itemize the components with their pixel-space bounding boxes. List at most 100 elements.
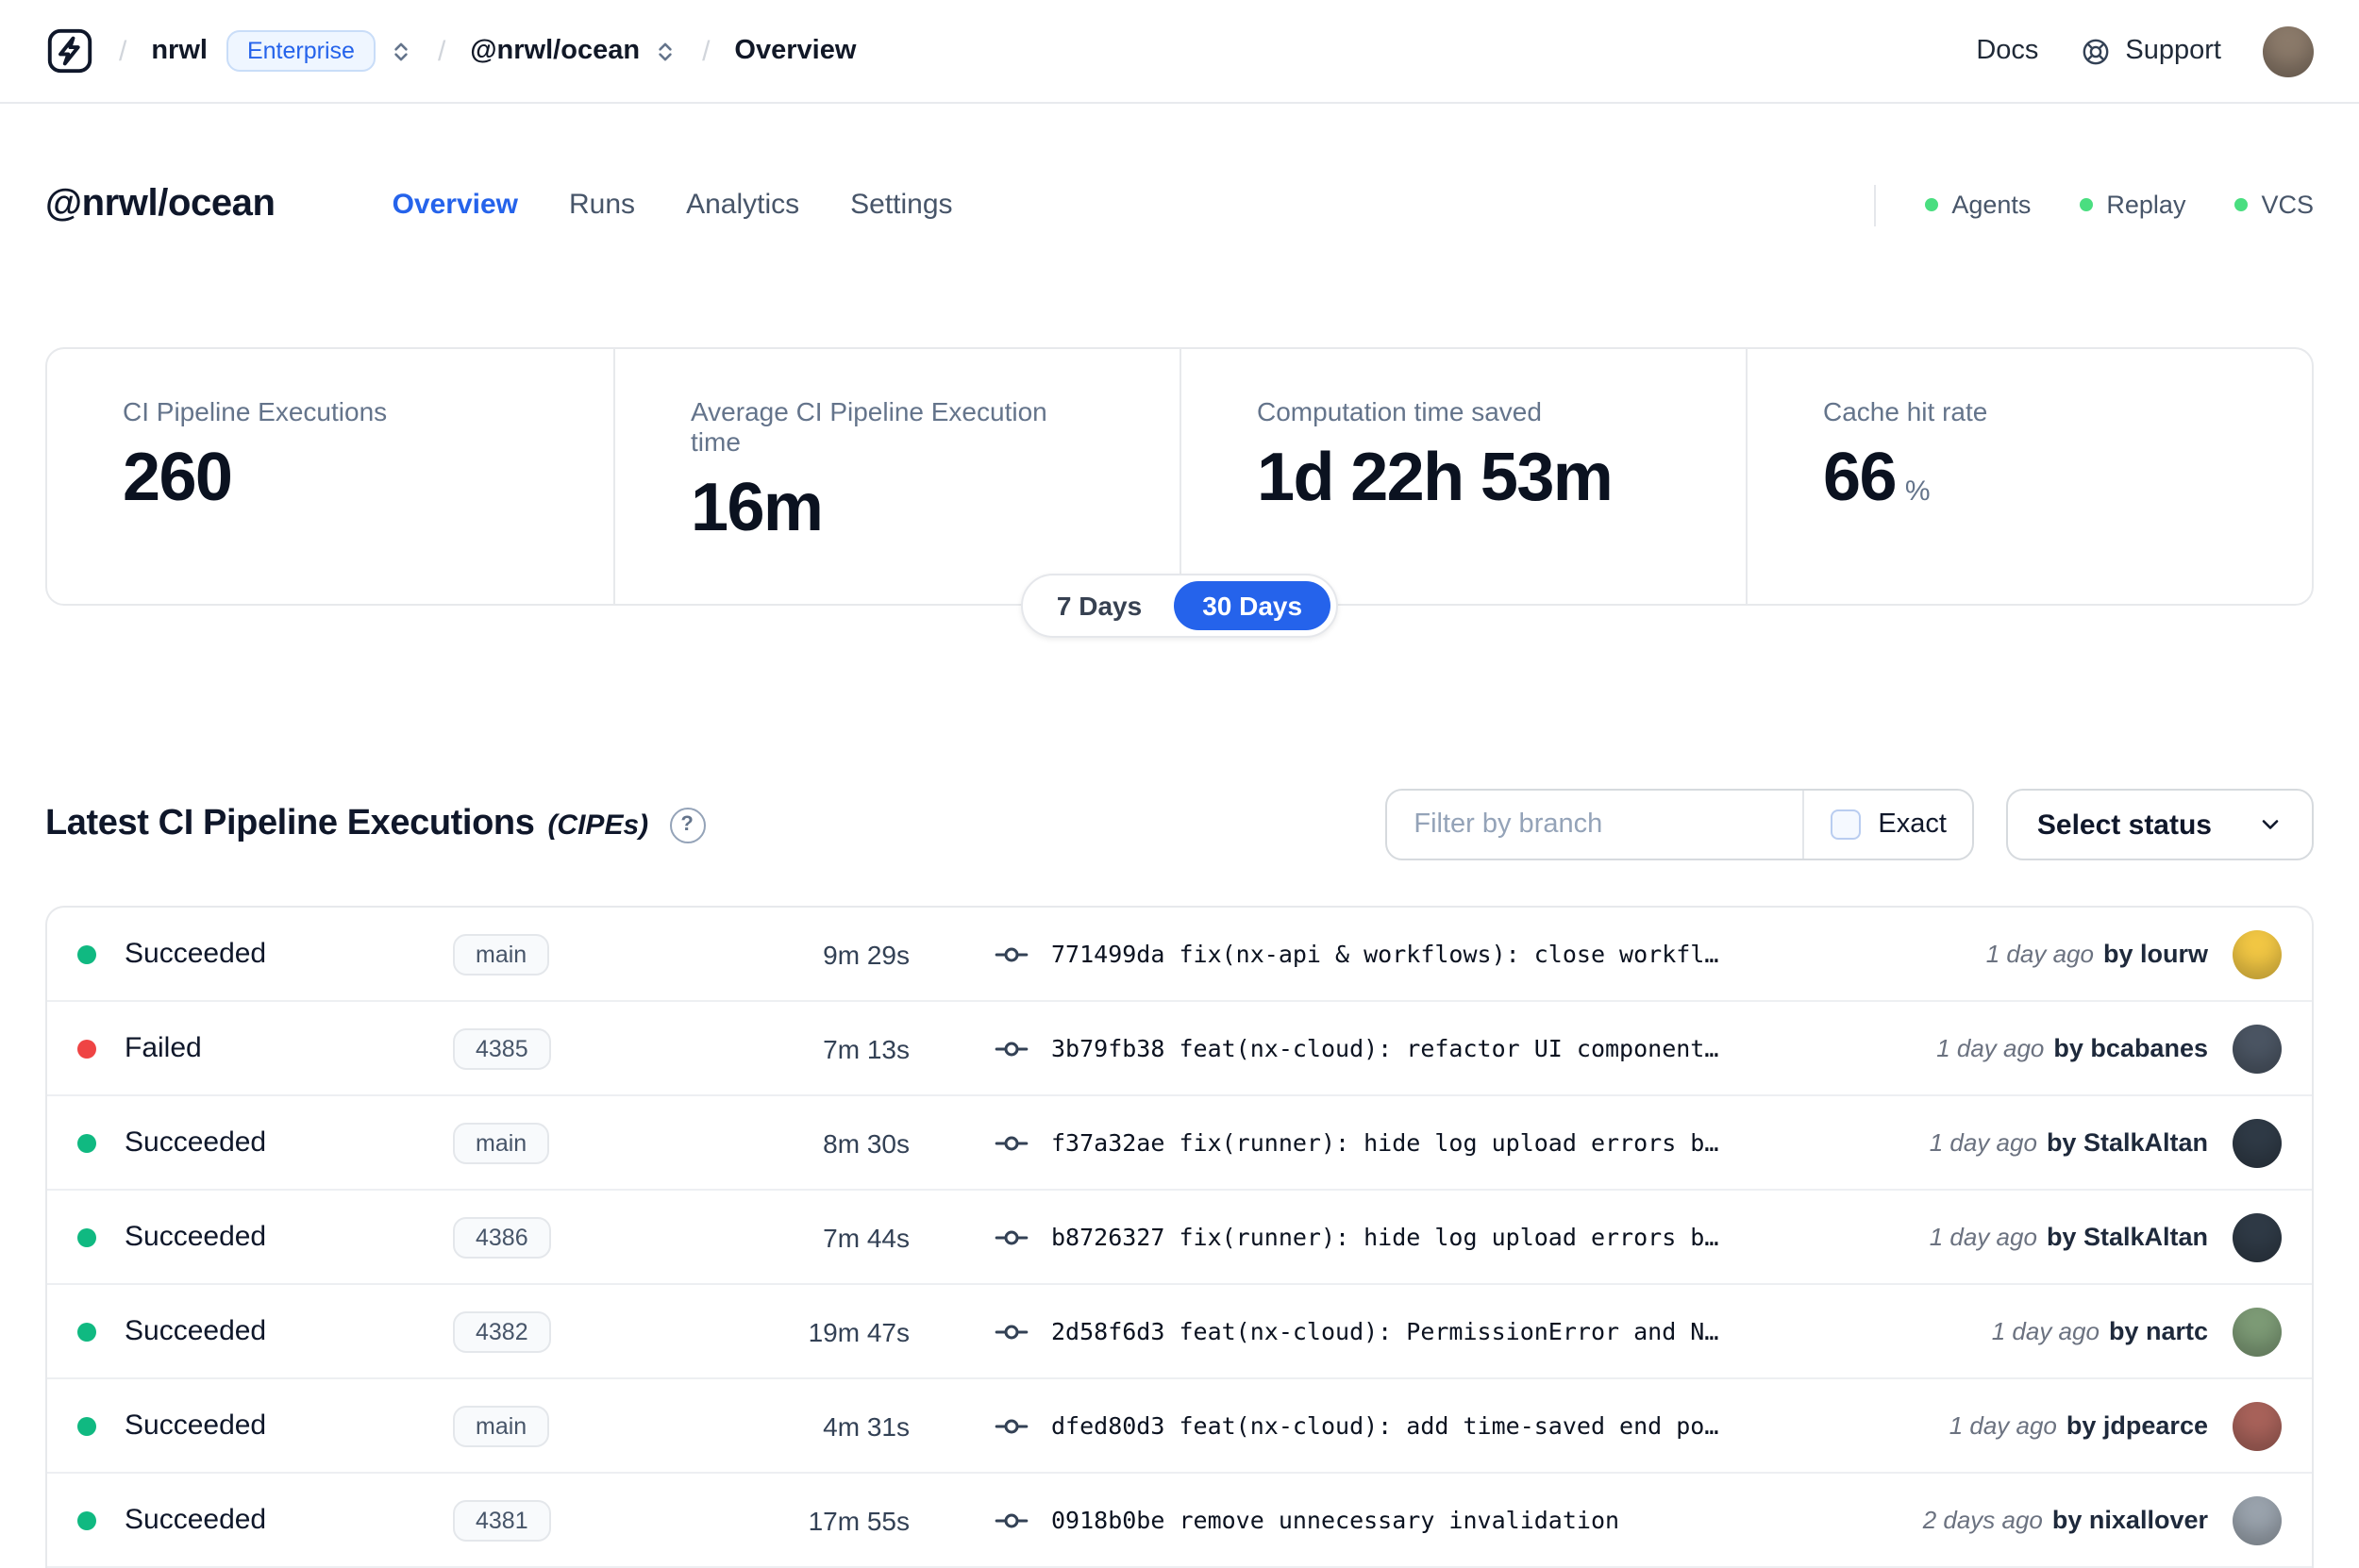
relative-time: 1 day ago [1985,940,2094,968]
status-dot [77,1510,96,1529]
commit-cell: f37a32ae fix(runner): hide log upload er… [993,1124,1718,1161]
docs-link[interactable]: Docs [1976,36,2038,66]
commit-message: 2d58f6d3 feat(nx-cloud): PermissionError… [1051,1317,1719,1345]
nx-cloud-logo-icon[interactable] [45,26,94,75]
commit-cell: 3b79fb38 feat(nx-cloud): refactor UI com… [993,1029,1718,1067]
duration-label: 17m 55s [808,1505,910,1535]
user-avatar[interactable] [2263,25,2314,76]
avatar [2233,929,2282,978]
git-commit-icon [993,1407,1030,1444]
stat-label: Computation time saved [1257,396,1542,426]
tab-analytics[interactable]: Analytics [686,189,799,221]
vcs-link[interactable]: VCS [2234,191,2314,219]
avatar [2233,1495,2282,1544]
avatar [2233,1118,2282,1167]
branch-cell: 4382 [453,1310,691,1352]
stat-card-cache-hit-rate: Cache hit rate 66% [1746,349,2312,604]
relative-time: 1 day ago [1936,1034,2045,1062]
help-icon[interactable]: ? [669,807,706,842]
enterprise-badge[interactable]: Enterprise [226,30,376,72]
stat-card-computation-time-saved: Computation time saved 1d 22h 53m [1180,349,1746,604]
stat-value: 66% [1823,438,1931,515]
stat-label: Average CI Pipeline Execution time [691,396,1047,457]
author-label: by jdpearce [2066,1411,2208,1440]
breadcrumb-separator: / [119,35,127,67]
workspace-switcher-chevrons-icon[interactable] [653,39,678,63]
author-label: by StalkAltan [2046,1128,2208,1157]
git-commit-icon [993,935,1030,973]
avatar [2233,1401,2282,1450]
breadcrumb-separator: / [702,35,711,67]
range-toggle: 7 Days 30 Days [1020,574,1339,638]
divider [1874,184,1877,225]
breadcrumb-workspace[interactable]: @nrwl/ocean [470,36,640,66]
select-status-dropdown[interactable]: Select status [2006,789,2314,860]
commit-cell: dfed80d3 feat(nx-cloud): add time-saved … [993,1407,1718,1444]
top-navbar: / nrwl Enterprise / @nrwl/ocean / Overvi… [0,0,2359,104]
cipe-section-header: Latest CI Pipeline Executions (CIPEs) ? … [45,789,2314,860]
workspace-title: @nrwl/ocean [45,183,276,225]
support-link[interactable]: Support [2080,35,2221,67]
branch-badge: main [453,1122,550,1163]
author-label: by lourw [2102,940,2208,968]
status-dot [77,1227,96,1246]
git-commit-icon [993,1218,1030,1256]
status-dot [77,1322,96,1341]
green-dot-icon [2234,198,2249,211]
table-row[interactable]: Succeeded 4386 7m 44s b8726327 fix(runne… [47,1189,2312,1283]
row-meta: 1 day ago by StalkAltan [1930,1118,2282,1167]
row-meta: 1 day ago by bcabanes [1936,1024,2282,1073]
tab-overview[interactable]: Overview [393,189,518,221]
workspace-tabs: Overview Runs Analytics Settings [393,189,953,221]
git-commit-icon [993,1029,1030,1067]
section-title: Latest CI Pipeline Executions [45,804,535,843]
table-row[interactable]: Succeeded 4381 17m 55s 0918b0be remove u… [47,1472,2312,1568]
table-row[interactable]: Succeeded 4382 19m 47s 2d58f6d3 feat(nx-… [47,1283,2312,1377]
commit-cell: 0918b0be remove unnecessary invalidation [993,1501,1619,1539]
table-row[interactable]: Failed 4385 7m 13s 3b79fb38 feat(nx-clou… [47,1000,2312,1094]
branch-filter-input[interactable] [1387,809,1803,840]
branch-badge: main [453,933,550,975]
range-30-days-button[interactable]: 30 Days [1174,581,1331,630]
range-7-days-button[interactable]: 7 Days [1029,581,1170,630]
status-dot [77,1416,96,1435]
git-commit-icon [993,1312,1030,1350]
avatar [2233,1212,2282,1261]
status-label: Succeeded [125,1221,267,1253]
tab-runs[interactable]: Runs [569,189,635,221]
support-label: Support [2125,36,2221,66]
exact-checkbox[interactable] [1831,809,1862,840]
stat-value: 1d 22h 53m [1257,438,1614,515]
vcs-label: VCS [2261,191,2314,219]
stat-card-avg-execution-time: Average CI Pipeline Execution time 16m [613,349,1180,604]
commit-message: dfed80d3 feat(nx-cloud): add time-saved … [1051,1411,1719,1440]
duration-label: 19m 47s [808,1316,910,1346]
section-title-suffix: (CIPEs) [547,809,649,841]
exact-toggle[interactable]: Exact [1804,791,1973,859]
stat-value: 16m [691,468,824,545]
duration-label: 9m 29s [823,939,910,969]
branch-badge: main [453,1405,550,1446]
page: / nrwl Enterprise / @nrwl/ocean / Overvi… [0,0,2359,1568]
table-row[interactable]: Succeeded main 9m 29s 771499da fix(nx-ap… [47,908,2312,1000]
commit-message: 771499da fix(nx-api & workflows): close … [1051,940,1719,968]
executions-table: Succeeded main 9m 29s 771499da fix(nx-ap… [45,906,2314,1568]
stat-value: 260 [123,438,233,515]
table-row[interactable]: Succeeded main 4m 31s dfed80d3 feat(nx-c… [47,1377,2312,1472]
tab-settings[interactable]: Settings [850,189,952,221]
org-switcher-chevrons-icon[interactable] [389,39,413,63]
agents-link[interactable]: Agents [1925,191,2031,219]
status-label: Succeeded [125,1315,267,1347]
status-label: Succeeded [125,1126,267,1159]
breadcrumb-page: Overview [734,36,857,66]
breadcrumb-org[interactable]: nrwl [151,36,208,66]
avatar [2233,1024,2282,1073]
branch-cell: main [453,1405,691,1446]
relative-time: 1 day ago [1929,1223,2037,1251]
chevron-down-icon [2257,811,2284,838]
table-row[interactable]: Succeeded main 8m 30s f37a32ae fix(runne… [47,1094,2312,1189]
row-meta: 1 day ago by nartc [1992,1307,2282,1356]
replay-link[interactable]: Replay [2080,191,2185,219]
relative-time: 2 days ago [1922,1506,2043,1534]
commit-cell: 771499da fix(nx-api & workflows): close … [993,935,1718,973]
